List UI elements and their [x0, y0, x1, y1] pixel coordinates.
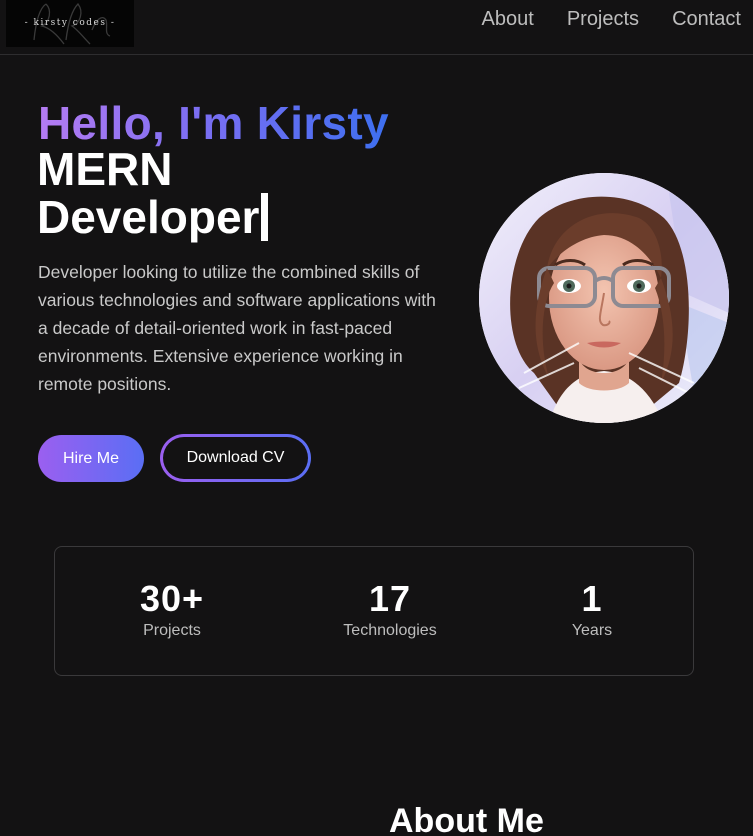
stat-technologies-label: Technologies — [343, 622, 437, 639]
logo-text: - kirsty codes - — [24, 18, 116, 28]
profile-avatar — [479, 173, 729, 423]
nav-projects[interactable]: Projects — [567, 8, 639, 31]
stat-technologies: 17 Technologies — [310, 579, 470, 640]
stat-years-label: Years — [571, 622, 613, 639]
hero-greeting: Hello, I'm Kirsty — [38, 97, 389, 149]
hero-bio: Developer looking to utilize the combine… — [38, 262, 436, 394]
role-line-2: Developer — [37, 193, 337, 241]
download-cv-button-border[interactable]: Download CV — [160, 434, 311, 482]
stat-technologies-value: 17 — [368, 578, 412, 619]
stat-years-value: 1 — [581, 578, 603, 619]
nav-about[interactable]: About — [482, 8, 534, 31]
profile-portrait-illustration — [479, 173, 729, 423]
main-nav: About Projects Contact — [482, 8, 741, 31]
stat-projects: 30+ Projects — [92, 579, 252, 640]
hire-me-button[interactable]: Hire Me — [38, 435, 144, 482]
stat-projects-value: 30+ — [139, 578, 205, 619]
stat-years: 1 Years — [512, 579, 672, 640]
nav-contact[interactable]: Contact — [672, 8, 741, 31]
stat-projects-label: Projects — [143, 622, 201, 639]
typing-cursor — [261, 193, 269, 241]
role-line-1: MERN — [37, 143, 173, 195]
site-header: - kirsty codes - About Projects Contact — [0, 0, 753, 55]
site-logo[interactable]: - kirsty codes - — [6, 0, 134, 47]
hero-role: MERN Developer — [37, 145, 337, 241]
about-section-title: About Me — [389, 802, 544, 836]
download-cv-button[interactable]: Download CV — [163, 437, 308, 479]
portfolio-page: - kirsty codes - About Projects Contact … — [0, 0, 753, 836]
role-line-2-text: Developer — [37, 191, 260, 243]
stats-panel: 30+ Projects 17 Technologies 1 Years — [54, 546, 694, 676]
